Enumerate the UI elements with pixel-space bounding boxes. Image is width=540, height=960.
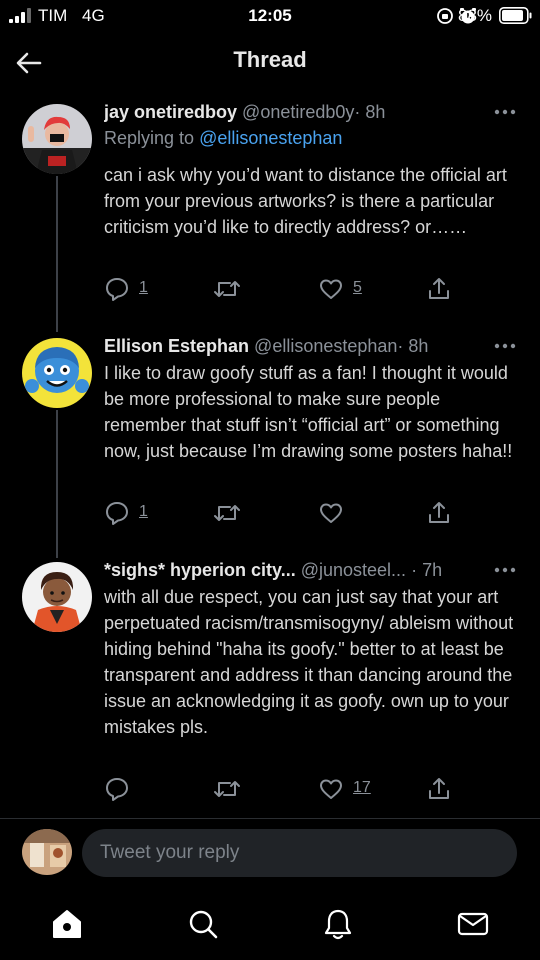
tweet-actions: 1 (104, 500, 464, 526)
tweet[interactable]: *sighs* hyperion city... @junosteel... ·… (0, 560, 540, 810)
author-name[interactable]: jay onetiredboy (104, 102, 237, 122)
tweet[interactable]: Ellison Estephan @ellisonestephan· 8h I … (0, 336, 540, 536)
reply-composer (0, 819, 540, 887)
tweet-header: *sighs* hyperion city... @junosteel... ·… (104, 560, 520, 586)
author-handle[interactable]: @ellisonestephan (254, 336, 397, 356)
share-icon (429, 278, 449, 299)
heart-icon (320, 279, 342, 299)
notifications-icon[interactable] (321, 907, 355, 941)
bottom-tab-bar (0, 887, 540, 960)
author-handle[interactable]: @junosteel... (301, 560, 406, 580)
replying-to: Replying to @ellisonestephan (104, 128, 342, 149)
author-name[interactable]: *sighs* hyperion city... (104, 560, 296, 580)
tweet-text: can i ask why you’d want to distance the… (104, 165, 507, 237)
messages-icon[interactable] (456, 907, 490, 941)
retweet-icon (214, 505, 240, 521)
heart-icon (320, 779, 342, 799)
tweet-time: · 8h (354, 102, 386, 122)
battery-icon (499, 7, 532, 24)
author-handle[interactable]: @onetiredb0y (242, 102, 354, 122)
tweet-header: jay onetiredboy @onetiredb0y· 8h (104, 102, 520, 128)
thread-header: Thread (0, 32, 540, 94)
battery-percent: 88% (458, 6, 493, 25)
retweet-icon (214, 281, 240, 297)
tweet-actions: 1 5 (104, 276, 464, 302)
avatar[interactable] (22, 104, 92, 174)
reply-icon (106, 502, 128, 525)
like-count: 17 (353, 779, 371, 796)
replying-to-label: Replying to (104, 128, 200, 148)
more-options-icon[interactable] (494, 108, 516, 116)
heart-icon (320, 503, 342, 523)
more-options-icon[interactable] (494, 342, 516, 350)
more-options-icon[interactable] (494, 566, 516, 574)
avatar[interactable] (22, 562, 92, 632)
tweet-time: · 8h (397, 336, 429, 356)
status-bar: TIM 4G 12:05 88% (0, 0, 540, 32)
tweet-time: · 7h (411, 560, 443, 580)
retweet-icon (214, 781, 240, 797)
author-name[interactable]: Ellison Estephan (104, 336, 249, 356)
replying-to-link[interactable]: @ellisonestephan (199, 128, 342, 148)
reply-icon (106, 278, 128, 301)
reply-count: 1 (139, 503, 148, 520)
home-icon[interactable] (50, 907, 84, 941)
tweet-header: Ellison Estephan @ellisonestephan· 8h (104, 336, 520, 362)
page-title: Thread (233, 47, 307, 72)
avatar[interactable] (22, 338, 92, 408)
share-icon (429, 502, 449, 523)
tweet-actions: 17 (104, 776, 464, 802)
like-count: 5 (353, 279, 362, 296)
search-icon[interactable] (186, 907, 220, 941)
reply-count: 1 (139, 279, 148, 296)
reply-input[interactable] (82, 829, 517, 877)
tweet[interactable]: jay onetiredboy @onetiredb0y· 8h Replyin… (0, 102, 540, 312)
my-avatar[interactable] (22, 829, 72, 875)
tweet-text: with all due respect, you can just say t… (104, 587, 514, 737)
share-icon (429, 778, 449, 799)
reply-icon (106, 778, 128, 801)
tweet-text: I like to draw goofy stuff as a fan! I t… (104, 363, 513, 461)
